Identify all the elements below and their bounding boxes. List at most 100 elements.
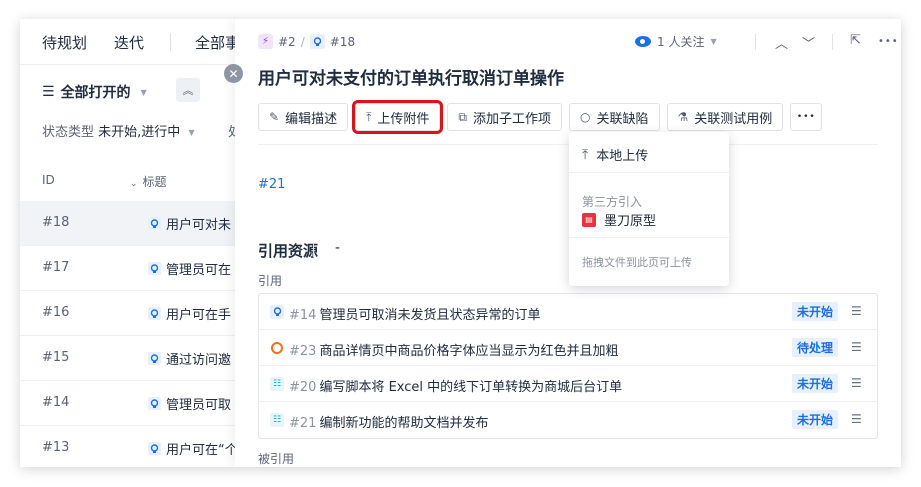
table-row[interactable]: #13 用户可在“个 [20,426,238,467]
local-upload-option[interactable]: ⤒ 本地上传 [582,145,648,165]
reference-item[interactable]: ☷ #20 编写脚本将 Excel 中的线下订单转换为商城后台订单 未开始 ☰ [259,366,877,402]
reference-detail-icon[interactable]: ☰ [851,304,862,318]
chevron-down-icon: ▼ [140,87,147,97]
references-section-title: 引用资源 [258,242,319,260]
edit-description-label: 编辑描述 [285,111,338,127]
breadcrumb-parent[interactable]: #2 [278,35,296,49]
circle-icon: ○ [580,110,591,124]
drag-upload-hint: 拖拽文件到此页可上传 [582,256,692,269]
lightning-icon: ⚡ [258,34,273,49]
table-row[interactable]: #16 用户可在手 [20,291,235,336]
upload-icon: ⤒ [582,146,589,163]
modao-prototype-label: 墨刀原型 [604,214,657,229]
chevron-down-icon: ⌄ [130,179,138,189]
toolbar-divider [258,144,878,145]
reference-detail-icon[interactable]: ☰ [851,340,862,354]
nav-all-items[interactable]: 全部事 [195,32,240,53]
reference-item[interactable]: #23 商品详情页中商品价格字体应当显示为红色并且加粗 待处理 ☰ [259,330,877,366]
more-dots-icon: ••• [796,112,816,122]
row-id: #17 [42,260,70,275]
eye-icon [635,36,651,47]
description-link[interactable]: #21 [258,177,285,192]
breadcrumb: ⚡ #2 / #18 [258,34,355,49]
status-badge[interactable]: 待处理 [792,338,839,357]
table-row[interactable]: #18 用户可对未 [20,201,235,246]
close-icon: ✕ [228,66,239,81]
upload-attachment-button[interactable]: ⤒ 上传附件 [352,100,444,134]
status-badge[interactable]: 未开始 [792,374,839,393]
task-icon: ☷ [270,377,284,391]
collapse-filter-button[interactable]: ︽ [176,78,200,102]
story-icon [148,352,161,365]
references-tab-rest[interactable]: - [312,240,340,257]
copy-icon: ⧉ [458,109,467,124]
watch-button[interactable]: 1 人关注 ▼ [635,33,717,50]
table-row[interactable]: #14 管理员可取 [20,381,235,426]
reference-number: #20 [289,380,317,395]
link-test-case-button[interactable]: ⚗ 关联测试用例 [666,103,784,131]
close-drawer-button[interactable]: ✕ [224,64,243,83]
more-options-icon[interactable]: ••• [878,36,899,47]
row-title: 管理员可取 [166,398,232,413]
next-item-icon[interactable]: ﹀ [802,33,815,52]
story-icon [148,397,161,410]
open-in-new-window-icon[interactable]: ⇱ [850,33,861,48]
table-row[interactable]: #17 管理员可在 [20,246,235,291]
column-title[interactable]: ⌄ 标题 [130,173,167,190]
column-id[interactable]: ID [42,173,55,187]
flask-icon: ⚗ [677,110,689,124]
reference-item[interactable]: ☷ #21 编制新功能的帮助文档并发布 未开始 ☰ [259,402,877,438]
nav-divider [170,33,171,51]
action-toolbar: ✎ 编辑描述 ⤒ 上传附件 ⧉ 添加子工作项 ○ 关联缺陷 ⚗ 关联测试用例 •… [258,100,823,134]
chevron-down-icon: ▼ [188,128,195,137]
view-name: 全部打开的 [60,85,131,101]
filter-lines-icon: ☰ [42,84,55,100]
previous-item-icon[interactable]: ︿ [775,33,788,52]
link-bug-label: 关联缺陷 [596,111,649,127]
work-item-detail-drawer: ⚡ #2 / #18 1 人关注 ▼ ︿ ﹀ ⇱ ••• 用户可对未支付的订单执… [235,19,901,467]
story-icon [148,307,161,320]
add-child-item-label: 添加子工作项 [472,111,551,127]
status-type-filter[interactable]: 状态类型 未开始,进行中 ▼ [42,121,195,140]
status-badge[interactable]: 未开始 [792,410,839,429]
status-type-label: 状态类型 [42,125,95,140]
reference-detail-icon[interactable]: ☰ [851,412,862,426]
row-title: 用户可对未 [166,218,232,233]
breadcrumb-current[interactable]: #18 [330,35,355,49]
work-item-rows: #18 用户可对未 #17 管理员可在 #16 用户可在手 #15 通过访问邀 … [20,201,238,467]
row-id: #15 [42,350,70,365]
more-actions-button[interactable]: ••• [790,103,823,131]
breadcrumb-separator: / [300,34,305,49]
add-child-item-button[interactable]: ⧉ 添加子工作项 [447,103,562,131]
reference-item[interactable]: #14 管理员可取消未发货且状态异常的订单 未开始 ☰ [259,294,877,330]
header-divider [832,34,833,50]
work-item-title[interactable]: 用户可对未支付的订单执行取消订单操作 [258,64,564,89]
row-title: 用户可在“个 [166,443,238,458]
referenced-by-label: 被引用 [258,452,295,466]
upload-dropdown-menu: ⤒ 本地上传 第三方引入 ▤ 墨刀原型 拖拽文件到此页可上传 [569,132,729,286]
edit-description-button[interactable]: ✎ 编辑描述 [258,103,349,131]
reference-title: 编写脚本将 Excel 中的线下订单转换为商城后台订单 [319,380,623,395]
reference-detail-icon[interactable]: ☰ [851,376,862,390]
upload-icon: ⤒ [366,109,372,124]
references-label: 引用 [258,274,283,288]
status-badge[interactable]: 未开始 [792,302,839,321]
nav-backlog[interactable]: 待规划 [42,32,87,53]
link-test-case-label: 关联测试用例 [694,111,773,127]
reference-number: #23 [289,344,317,359]
third-party-group-label: 第三方引入 [582,195,643,209]
table-row[interactable]: #15 通过访问邀 [20,336,235,381]
story-icon [148,442,161,455]
modao-prototype-option[interactable]: ▤ 墨刀原型 [582,210,656,229]
menu-divider [569,172,729,173]
row-title: 管理员可在 [166,263,232,278]
list-header: ID ⌄ 标题 [42,173,242,190]
story-icon [309,34,325,49]
view-selector[interactable]: ☰ 全部打开的 ▼ [42,82,147,102]
nav-iteration[interactable]: 迭代 [114,32,144,53]
reference-title: 编制新功能的帮助文档并发布 [319,416,489,431]
task-icon: ☷ [270,413,284,427]
link-bug-button[interactable]: ○ 关联缺陷 [569,103,660,131]
upload-attachment-label: 上传附件 [377,111,430,127]
story-icon [148,217,161,230]
